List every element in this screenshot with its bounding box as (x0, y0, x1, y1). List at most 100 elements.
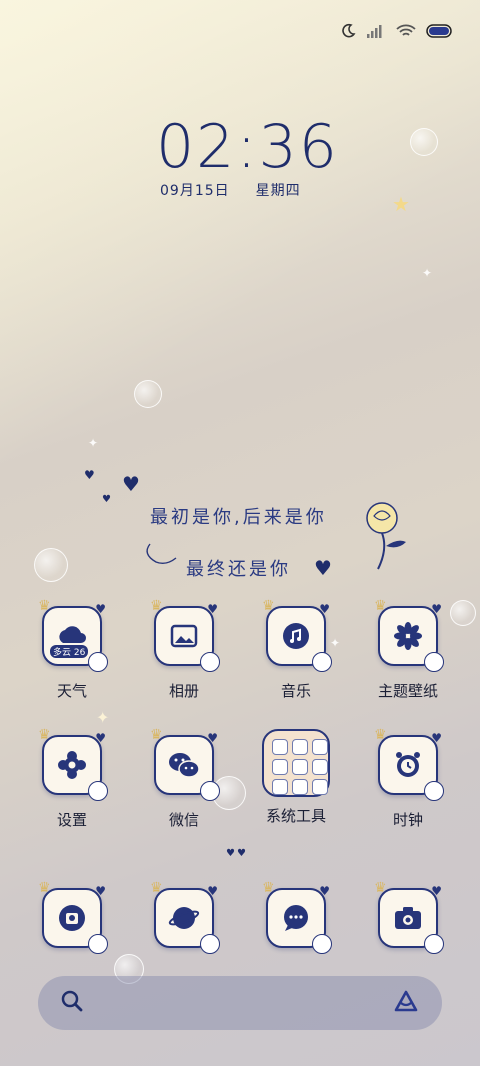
camera-icon: ♛ ♥ (374, 880, 444, 954)
crown-icon: ♛ (38, 598, 51, 614)
crown-icon: ♛ (150, 727, 163, 743)
moon-icon (340, 23, 356, 39)
alarm-clock-icon: ♛ ♥ (374, 727, 444, 801)
wifi-icon (396, 24, 416, 38)
rose-icon (312, 934, 332, 954)
heart-icon: ♥ (431, 884, 442, 898)
app-label: 相册 (168, 682, 199, 700)
quote-line-2: 最终还是你 (186, 559, 291, 580)
app-label: 微信 (168, 811, 199, 829)
heart-icon: ♥ (102, 494, 111, 505)
app-messages[interactable]: ♛ ♥ (246, 880, 346, 954)
bubble-decoration (34, 548, 68, 582)
rose-icon (88, 652, 108, 672)
heart-icon: ♥ (431, 731, 442, 745)
app-browser[interactable]: ♛ ♥ (134, 880, 234, 954)
music-icon: ♛ ♥ (262, 598, 332, 672)
app-music[interactable]: ♛ ♥ 音乐 (246, 598, 346, 701)
theme-icon: ♛ ♥ (374, 598, 444, 672)
heart-icon: ♥ (122, 472, 140, 496)
crown-icon: ♛ (374, 880, 387, 896)
status-bar (340, 18, 454, 44)
weekday-text: 星期四 (255, 183, 301, 199)
rose-decoration-icon (366, 502, 406, 570)
heart-icon: ♥ (319, 884, 330, 898)
app-label: 主题壁纸 (377, 682, 438, 700)
app-clock[interactable]: ♛ ♥ 时钟 (358, 727, 458, 830)
mini-app-icon (292, 759, 308, 775)
sparkle-icon: ✦ (88, 436, 99, 450)
rose-icon (424, 652, 444, 672)
app-camera[interactable]: ♛ ♥ (358, 880, 458, 954)
heart-icon: ♥ (431, 602, 442, 616)
messages-icon: ♛ ♥ (262, 880, 332, 954)
battery-icon (426, 24, 454, 38)
app-wechat[interactable]: ♛ ♥ 微信 (134, 727, 234, 830)
page-indicator[interactable]: ♥♥ (226, 848, 248, 859)
app-weather[interactable]: ♛ ♥ 多云 26 天气 (22, 598, 122, 701)
crown-icon: ♛ (374, 598, 387, 614)
search-bar[interactable] (38, 976, 442, 1030)
rose-icon (424, 934, 444, 954)
rose-icon (200, 652, 220, 672)
assistant-icon[interactable] (392, 989, 420, 1017)
phone-icon: ♛ ♥ (38, 880, 108, 954)
gallery-icon: ♛ ♥ (150, 598, 220, 672)
settings-icon: ♛ ♥ (38, 727, 108, 801)
app-label: 天气 (56, 682, 87, 700)
sparkle-icon: ✦ (422, 266, 433, 280)
rose-icon (424, 781, 444, 801)
date-text: 09月15日 (160, 183, 230, 199)
crown-icon: ♛ (262, 880, 275, 896)
crown-icon: ♛ (150, 880, 163, 896)
app-folder-system-tools[interactable]: 系统工具 (246, 729, 346, 826)
app-gallery[interactable]: ♛ ♥ 相册 (134, 598, 234, 701)
heart-icon: ♥ (207, 884, 218, 898)
mini-app-icon (312, 739, 328, 755)
bubble-decoration (134, 380, 162, 408)
app-label: 系统工具 (265, 807, 326, 825)
mini-app-icon (292, 739, 308, 755)
weather-icon: ♛ ♥ 多云 26 (38, 598, 108, 672)
crown-icon: ♛ (262, 598, 275, 614)
mini-app-icon (272, 759, 288, 775)
star-icon: ★ (392, 192, 410, 216)
mini-app-icon (312, 759, 328, 775)
date-row: 09月15日 星期四 (160, 180, 301, 200)
crown-icon: ♛ (150, 598, 163, 614)
heart-icon: ♥ (95, 884, 106, 898)
lockscreen-clock: 02:36 (156, 112, 339, 182)
signal-icon (366, 24, 386, 38)
heart-icon: ♥ (95, 602, 106, 616)
heart-icon: ♥ (84, 468, 95, 482)
heart-icon: ♥ (207, 731, 218, 745)
app-theme[interactable]: ♛ ♥ 主题壁纸 (358, 598, 458, 701)
mini-app-icon (272, 779, 288, 795)
crown-icon: ♛ (374, 727, 387, 743)
wechat-icon: ♛ ♥ (150, 727, 220, 801)
quote-line-1: 最初是你,后来是你 (150, 507, 327, 528)
mini-app-icon (292, 779, 308, 795)
heart-icon: ♥ (95, 731, 106, 745)
search-icon[interactable] (60, 989, 84, 1017)
rose-icon (88, 934, 108, 954)
rose-icon (312, 652, 332, 672)
app-settings[interactable]: ♛ ♥ 设置 (22, 727, 122, 830)
mini-app-icon (272, 739, 288, 755)
rose-icon (200, 934, 220, 954)
mini-app-icon (312, 779, 328, 795)
swirl-decoration-icon (146, 543, 177, 565)
browser-icon: ♛ ♥ (150, 880, 220, 954)
wallpaper-light-beam (0, 0, 480, 521)
app-phone[interactable]: ♛ ♥ (22, 880, 122, 954)
weather-badge: 多云 26 (50, 645, 89, 658)
app-label: 设置 (56, 811, 87, 829)
rose-icon (200, 781, 220, 801)
rose-icon (88, 781, 108, 801)
folder-icon (262, 729, 330, 797)
sparkle-icon: ✦ (96, 708, 110, 727)
heart-icon: ♥ (207, 602, 218, 616)
heart-icon: ♥ (319, 602, 330, 616)
app-label: 时钟 (392, 811, 423, 829)
bubble-decoration (410, 128, 438, 156)
